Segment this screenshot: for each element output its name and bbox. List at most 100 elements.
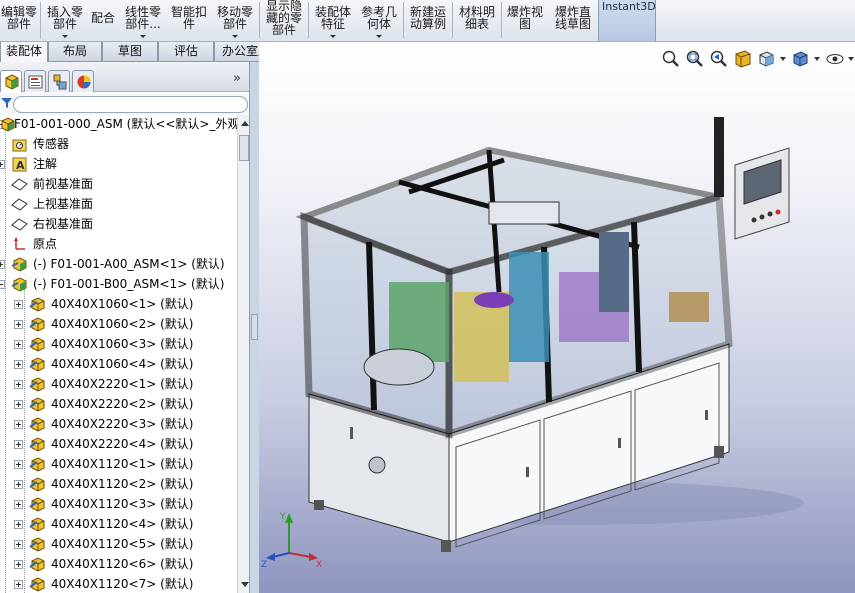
scroll-down-arrow-icon[interactable] [241,582,249,587]
tree-item-item-5[interactable]: 右视基准面 [0,214,237,234]
expand-icon[interactable] [14,380,23,389]
tab-assembly[interactable]: 装配体 [0,42,48,62]
dropdown-arrow-icon[interactable] [330,35,336,38]
tree-item-f01-001-a00-asm-1[interactable]: (-) F01-001-A00_ASM<1> (默认) [0,254,237,274]
tree-item-item-1[interactable]: 传感器 [0,134,237,154]
expand-icon[interactable] [14,340,23,349]
explode-line-sketch-button[interactable]: 爆炸直 线草图 [550,0,596,40]
tree-scrollbar[interactable] [237,115,249,593]
display-style-dropdown-icon[interactable] [813,49,821,69]
tab-evaluate[interactable]: 评估 [158,42,214,62]
assembly-model[interactable] [259,42,855,593]
filter-icon[interactable] [1,97,13,109]
collapse-icon[interactable] [0,280,5,289]
tree-item-40x40x1120-3[interactable]: 40X40X1120<3> (默认) [0,494,237,514]
hide-show-items-icon[interactable] [825,49,845,69]
tree-item-item-3[interactable]: 前视基准面 [0,174,237,194]
expand-icon[interactable] [0,260,5,269]
graphics-area[interactable]: Y X Z [259,42,855,593]
tree-item-40x40x2220-2[interactable]: 40X40X2220<2> (默认) [0,394,237,414]
tree-item-item-2[interactable]: A 注解 [0,154,237,174]
expand-icon[interactable] [14,360,23,369]
insert-component-button[interactable]: 插入零 部件 [44,0,86,40]
instant3d-button[interactable]: Instant3D [598,0,656,41]
previous-view-icon[interactable] [709,49,729,69]
tree-item-item-4[interactable]: 上视基准面 [0,194,237,214]
exploded-view-button[interactable]: 爆炸视 图 [504,0,546,40]
expand-icon[interactable] [14,480,23,489]
expand-icon[interactable] [0,160,5,169]
show-hidden-components-button[interactable]: 显示隐 藏的零 部件 [263,0,305,40]
tree-item-label: F01-001-000_ASM (默认<<默认>_外观 [14,117,237,131]
dropdown-arrow-icon[interactable] [232,35,238,38]
expand-icon[interactable] [14,440,23,449]
new-motion-study-label: 新建运 动算例 [409,4,446,31]
display-style-icon[interactable] [791,49,811,69]
annotation-icon: A [11,156,28,173]
panel-splitter[interactable] [250,62,259,593]
scroll-up-arrow-icon[interactable] [241,121,249,126]
dropdown-arrow-icon[interactable] [376,35,382,38]
tree-item-40x40x1120-6[interactable]: 40X40X1120<6> (默认) [0,554,237,574]
view-orientation-icon[interactable] [757,49,777,69]
expand-icon[interactable] [14,460,23,469]
display-manager-tab[interactable] [72,70,94,92]
expand-icon[interactable] [14,500,23,509]
expand-icon[interactable] [14,420,23,429]
smart-fasteners-button[interactable]: 智能扣 件 [168,0,210,40]
tree-item-f01-001-000-asm[interactable]: F01-001-000_ASM (默认<<默认>_外观 [0,115,237,134]
tree-item-40x40x1060-2[interactable]: 40X40X1060<2> (默认) [0,314,237,334]
feature-manager-tab[interactable] [0,70,22,92]
expand-panel-button[interactable]: » [233,71,241,86]
zoom-to-area-icon[interactable] [685,49,705,69]
assembly-features-button[interactable]: 装配体 特征 [312,0,354,40]
tree-item-40x40x1120-7[interactable]: 40X40X1120<7> (默认) [0,574,237,593]
configuration-manager-tab[interactable] [48,70,70,92]
tree-item-40x40x1120-4[interactable]: 40X40X1120<4> (默认) [0,514,237,534]
tab-layout[interactable]: 布局 [48,42,102,62]
new-motion-study-button[interactable]: 新建运 动算例 [406,0,450,40]
dropdown-arrow-icon[interactable] [62,35,68,38]
expand-icon[interactable] [14,560,23,569]
tree-item-40x40x2220-3[interactable]: 40X40X2220<3> (默认) [0,414,237,434]
tree-item-40x40x2220-1[interactable]: 40X40X2220<1> (默认) [0,374,237,394]
tree-item-40x40x1060-4[interactable]: 40X40X1060<4> (默认) [0,354,237,374]
property-manager-tab[interactable] [24,70,46,92]
expand-icon[interactable] [14,540,23,549]
tree-item-40x40x1120-2[interactable]: 40X40X1120<2> (默认) [0,474,237,494]
exploded-view-label: 爆炸视 图 [506,4,543,31]
expand-icon[interactable] [14,580,23,589]
tree-item-40x40x1060-3[interactable]: 40X40X1060<3> (默认) [0,334,237,354]
expand-icon[interactable] [14,300,23,309]
command-manager-ribbon: 编辑零 部件 插入零 部件 配合 线性零 部件... 智能扣 件 移动零 部件 … [0,0,855,42]
expand-icon[interactable] [14,520,23,529]
part-icon [29,556,46,573]
tree-item-40x40x1120-5[interactable]: 40X40X1120<5> (默认) [0,534,237,554]
feature-tree: F01-001-000_ASM (默认<<默认>_外观传感器 A 注解 前视基准面 上视… [0,115,237,593]
section-view-icon[interactable] [733,49,753,69]
hide-show-dropdown-icon[interactable] [847,49,855,69]
tree-item-40x40x1120-1[interactable]: 40X40X1120<1> (默认) [0,454,237,474]
collapse-panel-handle[interactable] [251,314,258,340]
edit-component-button[interactable]: 编辑零 部件 [0,0,38,40]
view-orientation-dropdown-icon[interactable] [779,49,787,69]
tree-item-40x40x2220-4[interactable]: 40X40X2220<4> (默认) [0,434,237,454]
dropdown-arrow-icon[interactable] [140,35,146,38]
bill-of-materials-button[interactable]: 材料明 细表 [455,0,499,40]
tree-item-40x40x1060-1[interactable]: 40X40X1060<1> (默认) [0,294,237,314]
expand-icon[interactable] [14,320,23,329]
tree-item-f01-001-b00-asm-1[interactable]: (-) F01-001-B00_ASM<1> (默认) [0,274,237,294]
zoom-to-fit-icon[interactable] [661,49,681,69]
part-icon [29,456,46,473]
tab-sketch[interactable]: 草图 [102,42,158,62]
mate-button[interactable]: 配合 [88,0,118,40]
x-axis-label: X [316,560,322,567]
tree-item-label: 40X40X2220<2> (默认) [51,397,194,411]
move-component-button[interactable]: 移动零 部件 [214,0,256,40]
expand-icon[interactable] [14,400,23,409]
scroll-thumb[interactable] [239,135,249,161]
reference-geometry-button[interactable]: 参考几 何体 [358,0,400,40]
tree-item-item-6[interactable]: 原点 [0,234,237,254]
linear-component-pattern-button[interactable]: 线性零 部件... [122,0,164,40]
tree-filter-input[interactable] [13,96,248,113]
